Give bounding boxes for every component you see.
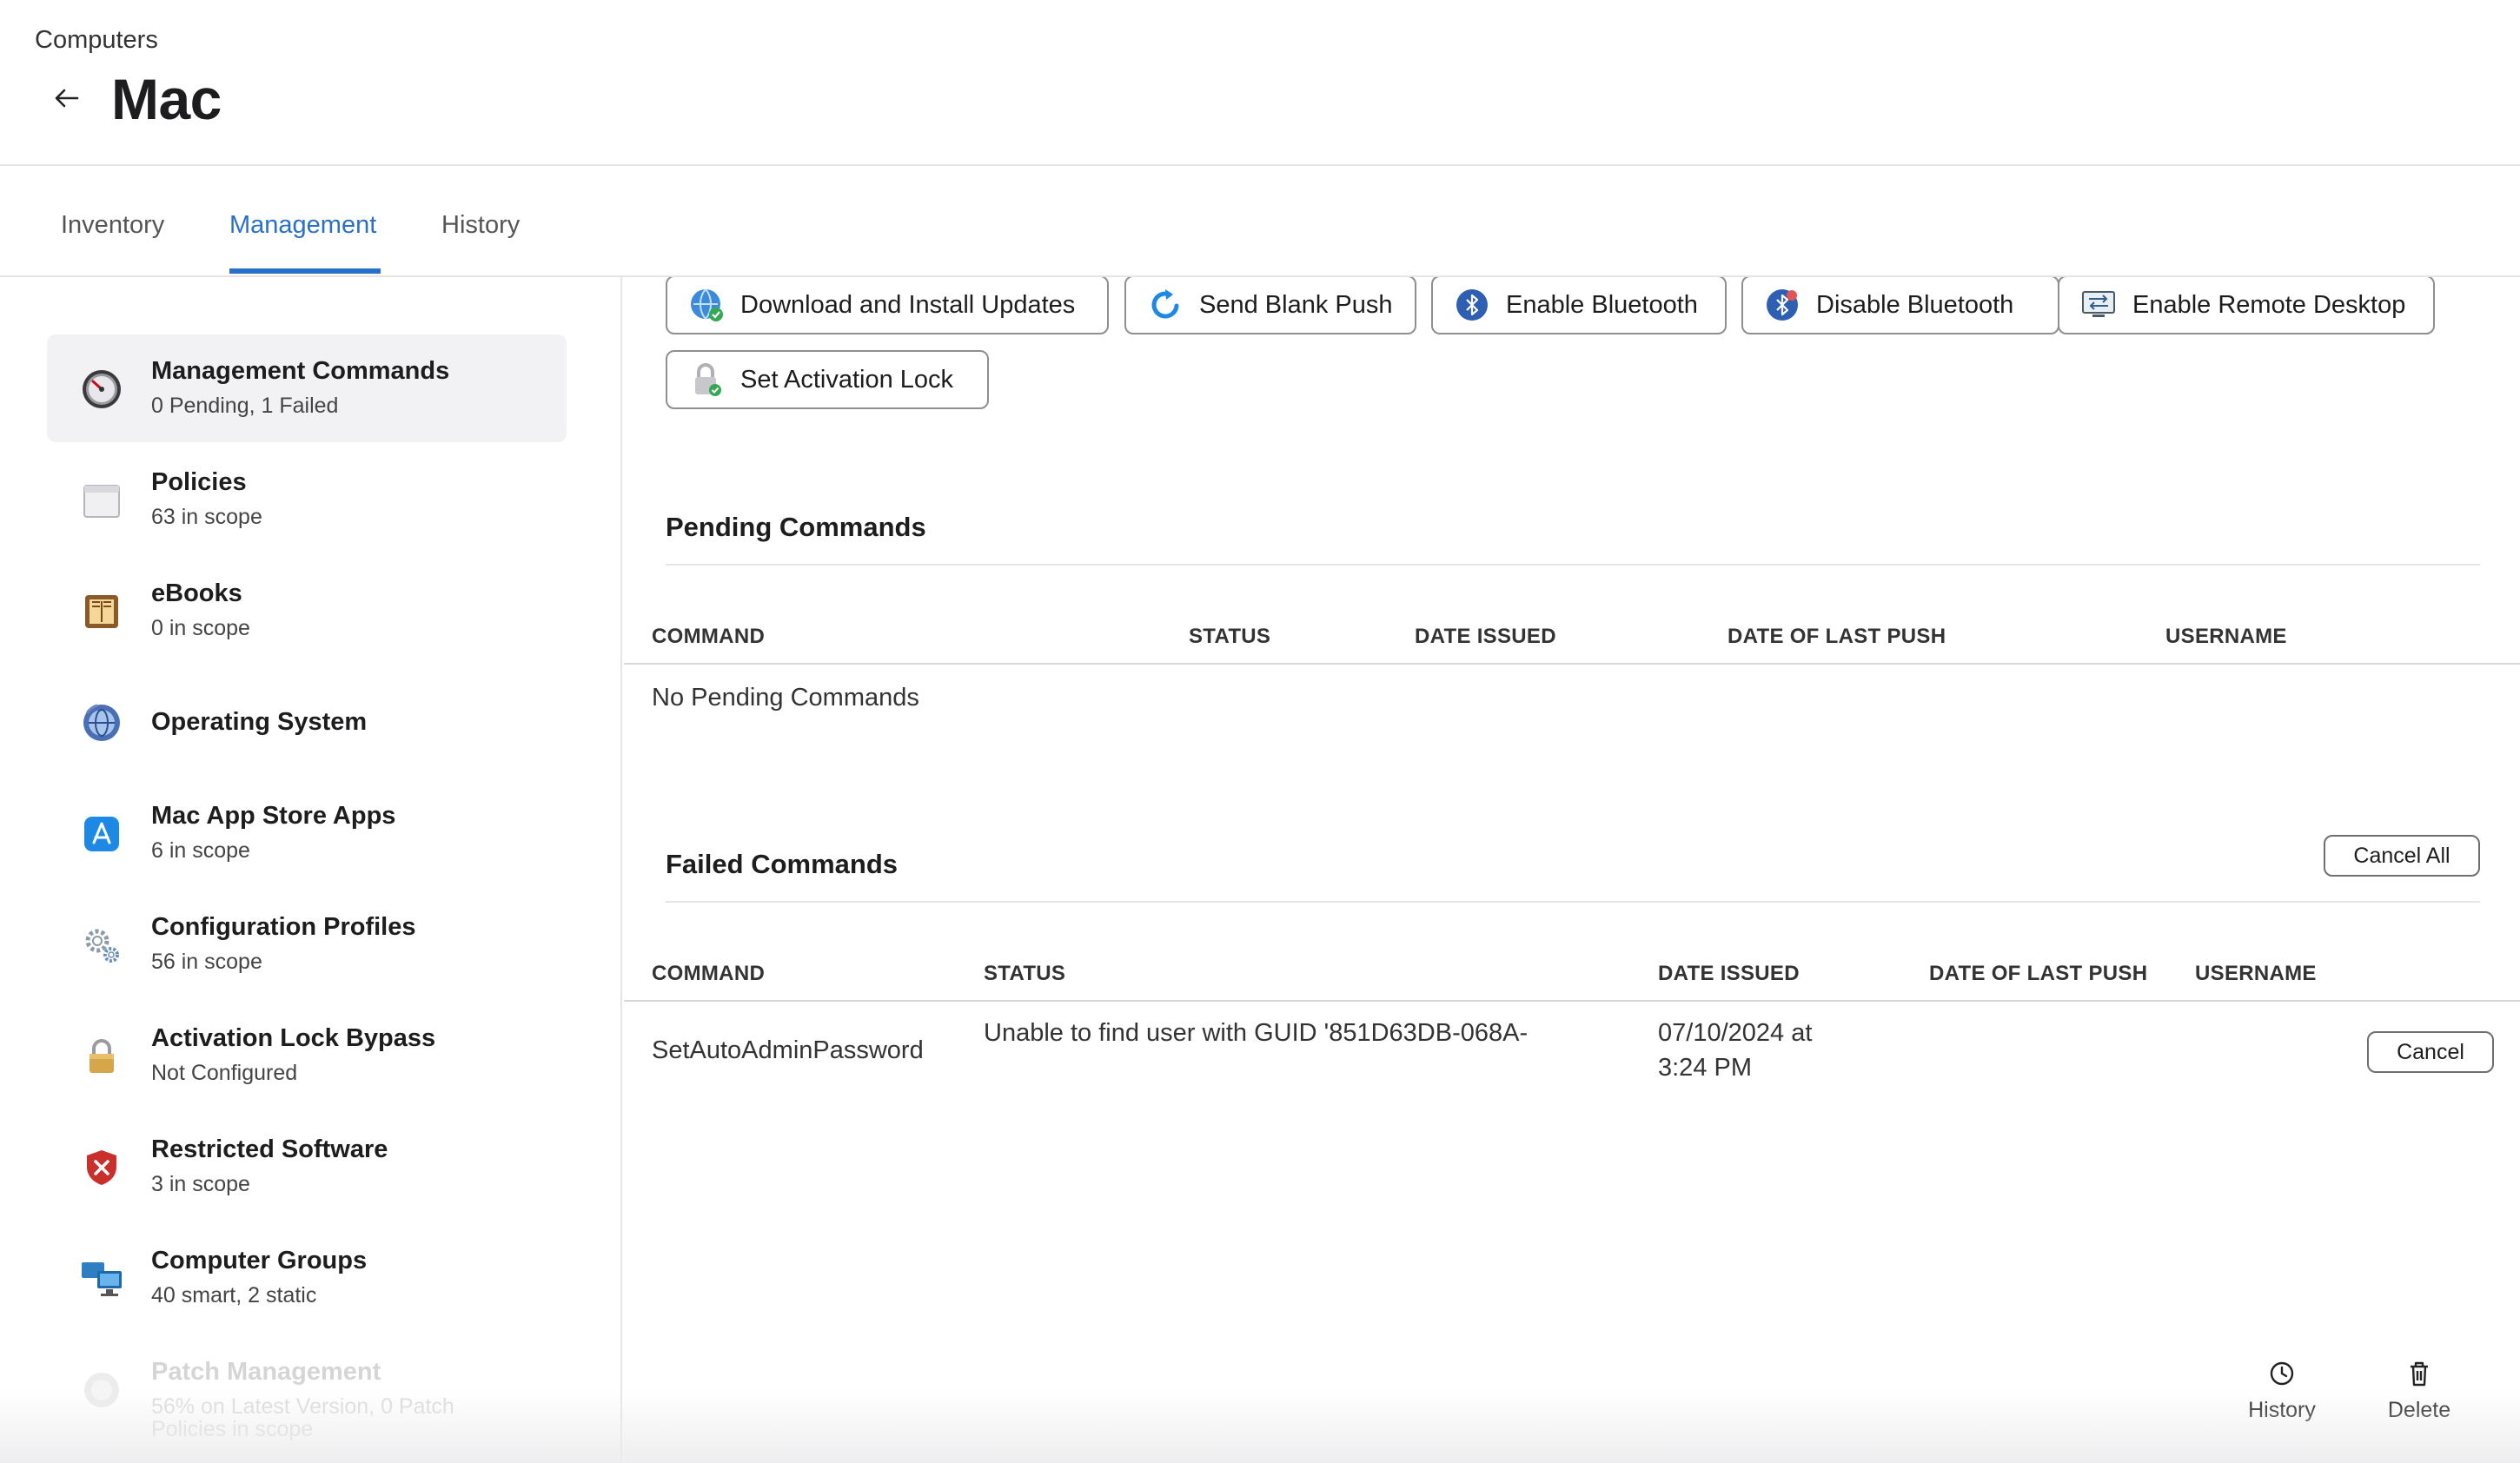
sidebar-item-mac-app-store-apps[interactable]: Mac App Store Apps 6 in scope (47, 779, 567, 887)
patch-icon (80, 1368, 123, 1412)
gears-icon (80, 923, 123, 967)
pending-commands-title: Pending Commands (666, 512, 926, 542)
enable-bluetooth-button[interactable]: Enable Bluetooth (1431, 277, 1727, 334)
sidebar-item-title: Management Commands (151, 357, 450, 385)
app-store-icon (80, 812, 123, 856)
sidebar-item-title: Computer Groups (151, 1247, 368, 1274)
button-label: Enable Bluetooth (1506, 290, 1698, 319)
active-tab-indicator (229, 268, 381, 274)
delete-label: Delete (2387, 1398, 2451, 1422)
refresh-icon (1147, 287, 1184, 323)
sidebar-item-subtitle: 0 Pending, 1 Failed (151, 394, 339, 418)
command-cell: SetAutoAdminPassword (652, 1036, 924, 1064)
sidebar-item-restricted-software[interactable]: Restricted Software 3 in scope (47, 1113, 567, 1221)
column-header[interactable]: STATUS (1189, 625, 1270, 649)
column-header[interactable]: STATUS (984, 962, 1065, 986)
column-header[interactable]: COMMAND (652, 625, 765, 649)
column-header[interactable]: DATE ISSUED (1658, 962, 1800, 986)
history-label: History (2248, 1398, 2316, 1422)
sidebar-item-activation-lock-bypass[interactable]: Activation Lock Bypass Not Configured (47, 1002, 567, 1109)
sidebar-item-title: Configuration Profiles (151, 913, 416, 941)
sidebar-item-title: Activation Lock Bypass (151, 1024, 436, 1052)
button-label: Send Blank Push (1199, 290, 1393, 319)
computers-icon (80, 1257, 123, 1301)
button-label: Disable Bluetooth (1816, 290, 2014, 319)
table-header-line (624, 663, 2520, 665)
sidebar-item-subtitle-2: Policies in scope (151, 1417, 314, 1441)
sidebar-item-subtitle: 0 in scope (151, 616, 250, 640)
sidebar-item-configuration-profiles[interactable]: Configuration Profiles 56 in scope (47, 890, 567, 998)
sidebar-item-management-commands[interactable]: Management Commands 0 Pending, 1 Failed (47, 334, 567, 442)
tab-bar: Inventory Management History (0, 166, 2520, 277)
column-header[interactable]: USERNAME (2195, 962, 2317, 986)
sidebar-item-subtitle: 63 in scope (151, 505, 262, 529)
cancel-all-button[interactable]: Cancel All (2324, 835, 2480, 877)
back-button[interactable] (49, 80, 85, 116)
column-header[interactable]: DATE ISSUED (1415, 625, 1556, 649)
column-header[interactable]: USERNAME (2165, 625, 2287, 649)
sidebar-item-subtitle: 56% on Latest Version, 0 Patch (151, 1394, 454, 1419)
sidebar-item-title: Restricted Software (151, 1135, 388, 1163)
tab-history[interactable]: History (441, 211, 520, 240)
download-install-updates-button[interactable]: Download and Install Updates (666, 277, 1109, 334)
remote-desktop-icon (2080, 287, 2117, 323)
sidebar-item-patch-management[interactable]: Patch Management 56% on Latest Version, … (47, 1335, 567, 1443)
breadcrumb[interactable]: Computers (35, 26, 158, 55)
sidebar-item-policies[interactable]: Policies 63 in scope (47, 446, 567, 553)
globe-update-icon (688, 287, 725, 323)
bluetooth-icon (1454, 287, 1490, 323)
sidebar-item-subtitle: 6 in scope (151, 838, 250, 863)
status-cell: Unable to find user with GUID '851D63DB-… (984, 1019, 1529, 1047)
sidebar-item-computer-groups[interactable]: Computer Groups 40 smart, 2 static (47, 1224, 567, 1332)
date-issued-line-2: 3:24 PM (1658, 1054, 1752, 1082)
cancel-button[interactable]: Cancel (2367, 1031, 2494, 1073)
sidebar-item-title: Operating System (151, 708, 368, 736)
column-header[interactable]: DATE OF LAST PUSH (1728, 625, 1946, 649)
main-content: Download and Install Updates Send Blank … (624, 277, 2520, 1463)
sidebar-item-operating-system[interactable]: Operating System (47, 668, 567, 776)
sidebar-item-subtitle: 40 smart, 2 static (151, 1283, 317, 1307)
book-icon (80, 590, 123, 633)
send-blank-push-button[interactable]: Send Blank Push (1124, 277, 1416, 334)
sidebar-item-subtitle: 3 in scope (151, 1172, 250, 1196)
trash-icon (2411, 1361, 2428, 1387)
window-icon (80, 479, 123, 522)
page-title: Mac (111, 67, 222, 131)
sidebar-item-title: eBooks (151, 579, 242, 607)
button-label: Enable Remote Desktop (2132, 290, 2406, 319)
arrow-left-icon (55, 89, 79, 108)
failed-commands-title: Failed Commands (666, 849, 898, 879)
history-button[interactable]: History (2230, 1358, 2334, 1423)
sidebar-item-title: Mac App Store Apps (151, 802, 396, 830)
disable-bluetooth-button[interactable]: Disable Bluetooth (1741, 277, 2059, 334)
column-header[interactable]: DATE OF LAST PUSH (1929, 962, 2147, 986)
date-issued-line-1: 07/10/2024 at (1658, 1019, 1813, 1047)
sidebar-item-title: Patch Management (151, 1358, 381, 1386)
tab-inventory[interactable]: Inventory (61, 211, 164, 240)
sidebar: Management Commands 0 Pending, 1 Failed … (0, 277, 622, 1463)
gauge-icon (80, 367, 123, 411)
enable-remote-desktop-button[interactable]: Enable Remote Desktop (2058, 277, 2435, 334)
sidebar-item-subtitle: 56 in scope (151, 950, 262, 974)
bluetooth-off-icon (1764, 287, 1800, 323)
tab-management[interactable]: Management (229, 211, 376, 240)
section-divider (666, 901, 2480, 903)
section-divider (666, 564, 2480, 566)
globe-icon (80, 701, 123, 745)
delete-button[interactable]: Delete (2367, 1358, 2471, 1423)
empty-state-text: No Pending Commands (652, 684, 919, 712)
padlock-icon (80, 1035, 123, 1078)
button-label: Download and Install Updates (740, 290, 1076, 319)
sidebar-item-subtitle: Not Configured (151, 1061, 298, 1085)
column-header[interactable]: COMMAND (652, 962, 765, 986)
set-activation-lock-button[interactable]: Set Activation Lock (666, 350, 989, 409)
sidebar-item-title: Policies (151, 468, 247, 496)
sidebar-item-ebooks[interactable]: eBooks 0 in scope (47, 557, 567, 665)
table-header-line (624, 1000, 2520, 1002)
page-header: Computers Mac (0, 0, 2520, 166)
clock-icon (2270, 1361, 2294, 1386)
button-label: Set Activation Lock (740, 365, 954, 394)
lock-check-icon (688, 361, 725, 398)
shield-icon (80, 1146, 123, 1189)
